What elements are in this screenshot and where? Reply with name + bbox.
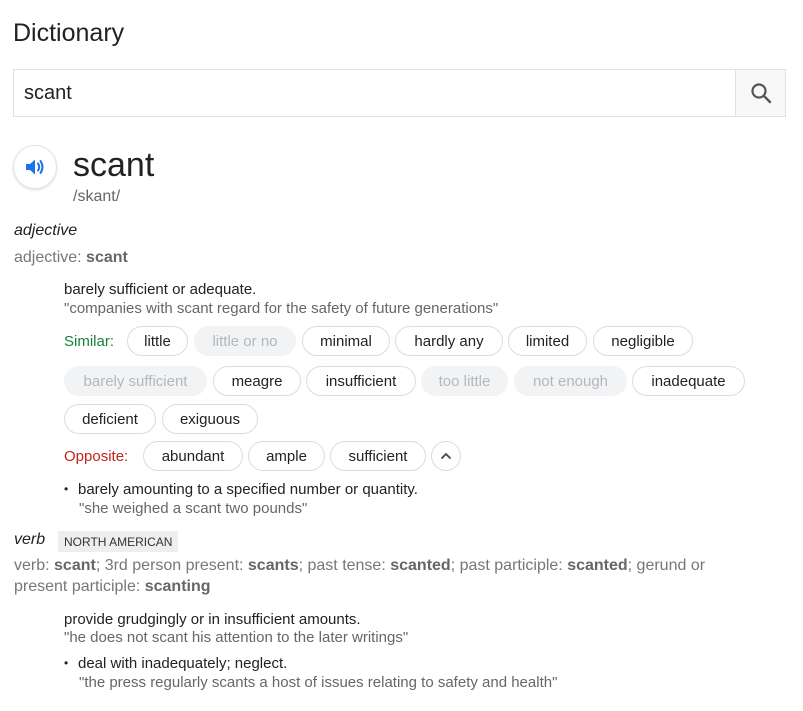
phonetic: /skant/ [73, 188, 121, 205]
word-forms-adjective: adjective: scant [14, 249, 128, 266]
similar-chip[interactable]: negligible [593, 326, 693, 356]
similar-chip[interactable]: hardly any [395, 326, 503, 356]
similar-chip: not enough [514, 366, 627, 396]
similar-label: Similar: [64, 333, 115, 350]
definition-adj-1: barely sufficient or adequate. [64, 281, 257, 298]
similar-chip: little or no [194, 326, 296, 356]
similar-chip[interactable]: meagre [213, 366, 301, 396]
similar-chip: barely sufficient [64, 366, 207, 396]
similar-chip[interactable]: limited [508, 326, 587, 356]
similar-chip[interactable]: minimal [302, 326, 390, 356]
similar-chip[interactable]: insufficient [306, 366, 416, 396]
pronunciation-button[interactable] [13, 145, 57, 189]
definition-verb-1: provide grudgingly or in insufficient am… [64, 611, 361, 628]
similar-chip[interactable]: exiguous [162, 404, 258, 434]
example-verb-2: "the press regularly scants a host of is… [79, 674, 558, 691]
search-input[interactable] [14, 70, 735, 116]
opposite-chip[interactable]: ample [248, 441, 325, 471]
similar-chip[interactable]: deficient [64, 404, 156, 434]
chevron-up-icon [441, 453, 451, 459]
example-adj-2: "she weighed a scant two pounds" [79, 500, 308, 517]
word-forms-verb: verb: scant; 3rd person present: scants;… [14, 557, 706, 595]
collapse-button[interactable] [431, 441, 461, 471]
definition-adj-2: • barely amounting to a specified number … [64, 481, 418, 498]
bullet: • [64, 656, 69, 670]
opposite-chip[interactable]: sufficient [330, 441, 426, 471]
page-title: Dictionary [13, 19, 125, 47]
search-button[interactable] [735, 70, 785, 116]
opposite-label: Opposite: [64, 448, 129, 465]
example-adj-1: "companies with scant regard for the saf… [64, 300, 499, 317]
search-icon [750, 83, 771, 104]
example-verb-1: "he does not scant his attention to the … [64, 629, 409, 646]
headword: scant [73, 146, 155, 184]
opposite-chip[interactable]: abundant [143, 441, 243, 471]
region-badge: NORTH AMERICAN [58, 531, 179, 552]
similar-chip[interactable]: little [127, 326, 188, 356]
bullet: • [64, 482, 69, 496]
pos-label-verb: verb [14, 531, 46, 548]
similar-chip: too little [421, 366, 508, 396]
speaker-icon [26, 159, 44, 175]
similar-chip[interactable]: inadequate [632, 366, 745, 396]
search-box [13, 69, 786, 117]
pos-label-adjective: adjective [14, 222, 78, 239]
definition-verb-2: • deal with inadequately; neglect. [64, 655, 288, 672]
